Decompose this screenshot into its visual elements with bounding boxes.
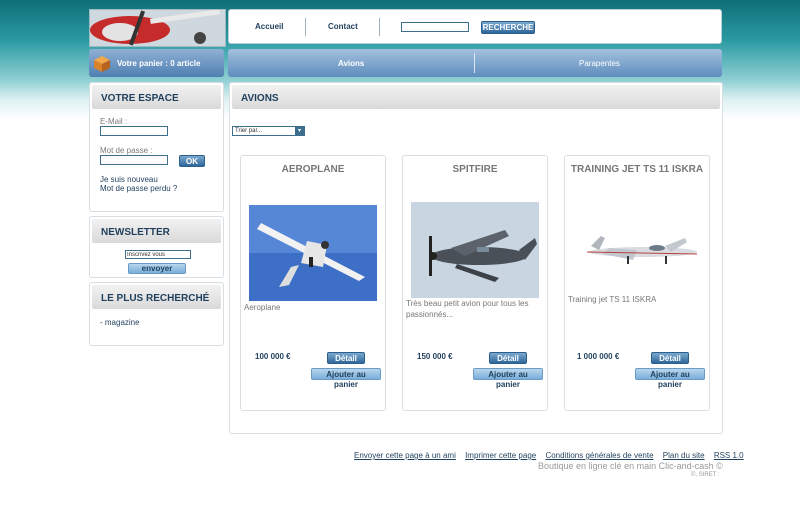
chevron-down-icon: ▾ [295,127,304,135]
add-to-cart-button[interactable]: Ajouter au panier [311,368,381,389]
detail-button[interactable]: Détail [489,352,527,364]
newsletter-email-input[interactable] [125,250,191,259]
newsletter-submit-button[interactable]: envoyer [128,263,186,274]
nav-contact-link[interactable]: Contact [328,22,358,31]
detail-button[interactable]: Détail [327,352,365,364]
footer-links: Envoyer cette page à un ami Imprimer cet… [347,451,744,460]
footer-link-send-friend[interactable]: Envoyer cette page à un ami [354,451,456,460]
main-header: AVIONS [232,85,720,109]
product-price: 1 000 000 € [577,352,620,361]
footer-siret: ©, SIRET : [691,472,720,478]
product-title[interactable]: AEROPLANE [241,164,385,175]
product-description: Très beau petit avion pour tous les pass… [406,299,529,319]
category-tabs: Avions Parapentes [228,49,722,77]
tab-separator [474,53,475,73]
newsletter-panel: NEWSLETTER envoyer [89,216,224,278]
search-input[interactable] [401,22,469,32]
site-logo[interactable] [89,9,226,47]
new-user-link[interactable]: Je suis nouveau [100,175,158,184]
search-button[interactable]: RECHERCHE [481,21,535,34]
password-field[interactable] [100,155,168,165]
add-to-cart-button[interactable]: Ajouter au panier [635,368,705,389]
popular-panel-header: LE PLUS RECHERCHÉ [92,285,221,309]
email-field[interactable] [100,126,168,136]
product-description: Training jet TS 11 ISKRA [568,295,657,304]
account-panel-header: VOTRE ESPACE [92,85,221,109]
footer-link-print[interactable]: Imprimer cette page [465,451,536,460]
newsletter-panel-title: NEWSLETTER [101,227,170,238]
detail-button[interactable]: Détail [651,352,689,364]
main-content: AVIONS Trier par... ▾ AEROPLANE Aeroplan… [229,82,723,434]
footer-link-rss[interactable]: RSS 1.0 [714,451,744,460]
footer-link-cgv[interactable]: Conditions générales de vente [545,451,653,460]
product-title[interactable]: SPITFIRE [403,164,547,175]
login-ok-button[interactable]: OK [179,155,205,167]
nav-separator [305,18,306,36]
logo-airplane-image [90,10,225,46]
cart-box-icon [94,56,110,72]
account-panel: VOTRE ESPACE E-Mail : Mot de passe : OK … [89,82,224,212]
cart-label: Votre panier : 0 article [117,59,201,68]
popular-item-magazine[interactable]: - magazine [100,318,140,327]
forgot-password-link[interactable]: Mot de passe perdu ? [100,184,177,193]
nav-separator [379,18,380,36]
top-navigation: Accueil Contact RECHERCHE [228,9,722,44]
nav-home-link[interactable]: Accueil [255,22,283,31]
product-image-spitfire[interactable] [411,202,539,298]
product-card-spitfire: SPITFIRE Très beau petit avion pour tous… [402,155,548,411]
product-price: 100 000 € [255,352,291,361]
footer-link-sitemap[interactable]: Plan du site [663,451,705,460]
account-panel-title: VOTRE ESPACE [101,93,179,104]
email-label: E-Mail : [100,117,128,126]
popular-panel-title: LE PLUS RECHERCHÉ [101,293,210,304]
footer-tagline: Boutique en ligne clé en main Clic-and-c… [538,461,723,471]
cart-bar[interactable]: Votre panier : 0 article [89,49,224,77]
product-price: 150 000 € [417,352,453,361]
product-card-ts11-iskra: TRAINING JET TS 11 ISKRA Training jet TS… [564,155,710,411]
tab-parapentes[interactable]: Parapentes [579,59,620,68]
product-title[interactable]: TRAINING JET TS 11 ISKRA [565,164,709,175]
sort-select-value: Trier par... [235,128,263,134]
tab-avions[interactable]: Avions [338,59,364,68]
product-card-aeroplane: AEROPLANE Aeroplane 100 000 € Détail Ajo… [240,155,386,411]
product-image-aeroplane[interactable] [249,205,377,301]
page-title: AVIONS [241,93,279,104]
product-description: Aeroplane [244,303,281,312]
popular-panel: LE PLUS RECHERCHÉ - magazine [89,282,224,346]
password-label: Mot de passe : [100,146,153,155]
newsletter-panel-header: NEWSLETTER [92,219,221,243]
sort-select[interactable]: Trier par... ▾ [232,126,305,136]
product-image-ts11-iskra[interactable] [573,202,701,298]
add-to-cart-button[interactable]: Ajouter au panier [473,368,543,389]
